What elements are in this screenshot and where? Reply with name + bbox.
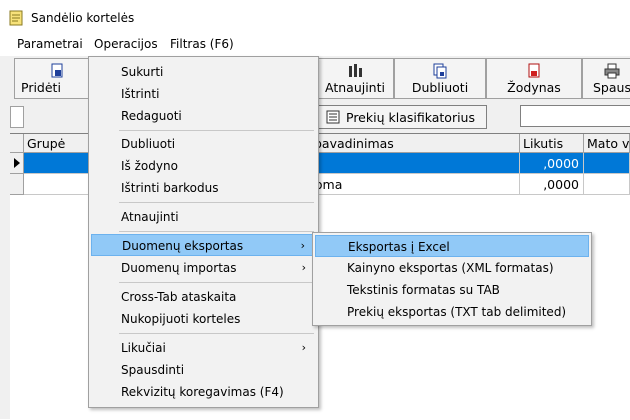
submenu-item-tab-text[interactable]: Tekstinis formatas su TAB xyxy=(315,279,589,301)
grid-corner xyxy=(10,134,24,153)
menu-item-sukurti[interactable]: Sukurti xyxy=(91,61,316,83)
row-indicator[interactable] xyxy=(10,174,24,195)
search-input[interactable] xyxy=(520,105,630,127)
dictionary-button-label: Žodynas xyxy=(507,80,561,95)
dictionary-icon xyxy=(528,63,540,78)
title-bar: Sandėlio kortelės xyxy=(0,0,630,35)
menu-bar: Parametrai Operacijos Filtras (F6) xyxy=(0,34,630,56)
menu-item-label: Duomenų eksportas xyxy=(122,239,244,253)
menu-item-spausdinti[interactable]: Spausdinti xyxy=(91,359,316,381)
refresh-icon xyxy=(349,64,362,77)
submenu-arrow-icon: › xyxy=(300,239,305,252)
duplicate-button[interactable]: Dubliuoti xyxy=(394,58,486,99)
menu-item-is-zodyno[interactable]: Iš žodyno xyxy=(91,155,316,177)
menu-separator xyxy=(119,333,314,334)
menu-item-redaguoti[interactable]: Redaguoti xyxy=(91,105,316,127)
submenu-item-xml-price-list[interactable]: Kainyno eksportas (XML formatas) xyxy=(315,257,589,279)
menu-separator xyxy=(119,231,314,232)
window-title: Sandėlio kortelės xyxy=(31,11,135,25)
menu-item-likuciai[interactable]: Likučiai › xyxy=(91,337,316,359)
menu-item-rekvizitu-koregavimas[interactable]: Rekvizitų koregavimas (F4) xyxy=(91,381,316,403)
print-button[interactable]: Spausdinti xyxy=(582,58,630,99)
menu-separator xyxy=(119,130,314,131)
duplicate-button-label: Dubliuoti xyxy=(411,80,469,95)
table-row-unit[interactable] xyxy=(584,174,630,195)
print-button-label: Spausdinti xyxy=(593,80,630,95)
current-row-arrow-icon xyxy=(14,158,20,168)
menu-item-istrinti[interactable]: Ištrinti xyxy=(91,83,316,105)
export-submenu: Eksportas į Excel Kainyno eksportas (XML… xyxy=(312,232,592,326)
classifier-button-label: Prekių klasifikatorius xyxy=(346,110,475,125)
table-row-likutis[interactable]: ,0000 xyxy=(520,153,584,174)
app-icon xyxy=(9,10,23,26)
table-row-likutis[interactable]: ,0000 xyxy=(520,174,584,195)
dictionary-button[interactable]: Žodynas xyxy=(486,58,582,99)
menu-parametrai[interactable]: Parametrai xyxy=(15,37,85,51)
menu-item-label: Likučiai xyxy=(121,341,166,355)
operacijos-menu: Sukurti Ištrinti Redaguoti Dubliuoti Iš … xyxy=(88,56,319,408)
header-mato-vienetas[interactable]: Mato vi xyxy=(584,134,630,153)
submenu-item-excel[interactable]: Eksportas į Excel xyxy=(315,235,589,257)
menu-separator xyxy=(119,202,314,203)
menu-item-atnaujinti[interactable]: Atnaujinti xyxy=(91,206,316,228)
menu-item-label: Duomenų importas xyxy=(121,261,237,275)
header-likutis[interactable]: Likutis xyxy=(520,134,584,153)
submenu-arrow-icon: › xyxy=(301,341,306,354)
menu-item-istrinti-barkodus[interactable]: Ištrinti barkodus xyxy=(91,177,316,199)
menu-item-cross-tab[interactable]: Cross-Tab ataskaita xyxy=(91,286,316,308)
menu-item-nukopijuoti-korteles[interactable]: Nukopijuoti korteles xyxy=(91,308,316,330)
submenu-arrow-icon: › xyxy=(301,261,306,274)
row-indicator[interactable] xyxy=(10,153,24,174)
app-window: Sandėlio kortelės Parametrai Operacijos … xyxy=(0,0,630,420)
menu-operacijos[interactable]: Operacijos xyxy=(92,37,160,51)
menu-filtras[interactable]: Filtras (F6) xyxy=(168,37,236,51)
menu-item-duomenu-eksportas[interactable]: Duomenų eksportas › xyxy=(91,234,316,256)
duplicate-icon xyxy=(433,63,447,79)
classifier-icon xyxy=(326,110,340,124)
classifier-button[interactable]: Prekių klasifikatorius xyxy=(317,105,487,129)
submenu-item-txt-tab-delimited[interactable]: Prekių eksportas (TXT tab delimited) xyxy=(315,301,589,323)
refresh-button[interactable]: Atnaujinti xyxy=(316,58,394,99)
refresh-button-label: Atnaujinti xyxy=(325,80,385,95)
printer-icon xyxy=(604,63,620,79)
menu-item-duomenu-importas[interactable]: Duomenų importas › xyxy=(91,257,316,279)
add-doc-icon xyxy=(51,63,63,78)
table-row-unit[interactable] xyxy=(584,153,630,174)
menu-separator xyxy=(119,282,314,283)
menu-item-dubliuoti[interactable]: Dubliuoti xyxy=(91,133,316,155)
